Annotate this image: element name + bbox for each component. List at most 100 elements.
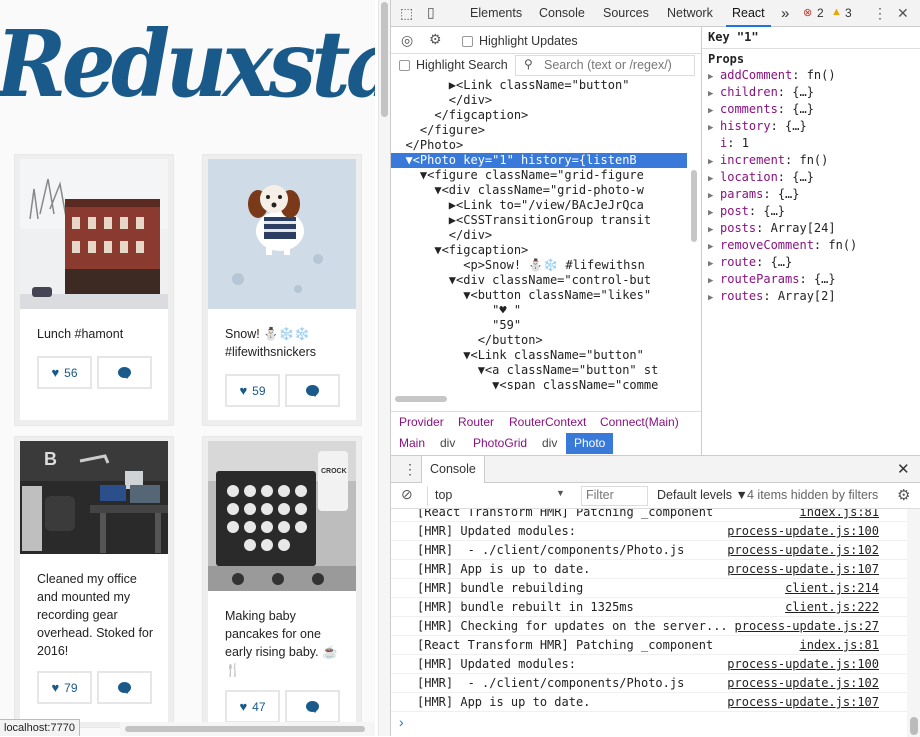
inspect-element-icon[interactable]: ⬚	[400, 5, 413, 22]
tree-node[interactable]: </figcaption>	[391, 108, 687, 123]
photo-image[interactable]	[208, 159, 356, 309]
prop-row[interactable]: ▶ removeComment: fn()	[708, 237, 857, 254]
like-button[interactable]: ♥ 59	[225, 374, 280, 407]
tree-node[interactable]: ▼<figcaption>	[391, 243, 687, 258]
breadcrumb-item[interactable]: Main	[391, 433, 433, 454]
log-levels-dropdown[interactable]: Default levels ▼	[657, 488, 748, 502]
tree-node[interactable]: </Photo>	[391, 138, 687, 153]
tree-node[interactable]: </div>	[391, 93, 687, 108]
prop-row[interactable]: ▶ posts: Array[24]	[708, 220, 836, 237]
tree-node[interactable]: "59"	[391, 318, 687, 333]
comment-button[interactable]	[285, 374, 340, 407]
tree-node[interactable]: ▼<span className="comme	[391, 378, 687, 390]
comment-button[interactable]	[97, 356, 152, 389]
app-logo[interactable]: Reduxstagram	[0, 10, 375, 118]
close-drawer-icon[interactable]: ✕	[897, 460, 910, 478]
filter-input[interactable]: Filter	[581, 486, 648, 506]
page-vertical-scrollbar[interactable]	[378, 0, 390, 736]
console-scrollbar[interactable]	[907, 509, 920, 737]
prop-row[interactable]: i: 1	[708, 135, 749, 152]
breadcrumb-item[interactable]: Provider	[391, 412, 452, 433]
prop-row[interactable]: ▶ routeParams: {…}	[708, 271, 836, 288]
tree-node[interactable]: ▼<a className="button" st	[391, 363, 687, 378]
tree-node[interactable]: ▼<Link className="button"	[391, 348, 687, 363]
scroll-thumb[interactable]	[125, 726, 365, 732]
comment-button[interactable]	[285, 690, 340, 723]
tree-node[interactable]: </button>	[391, 333, 687, 348]
tree-node[interactable]: "♥ "	[391, 303, 687, 318]
scroll-thumb[interactable]	[910, 717, 918, 735]
scroll-thumb[interactable]	[691, 170, 697, 242]
prop-row[interactable]: ▶ history: {…}	[708, 118, 807, 135]
tab-console-drawer[interactable]: Console	[421, 456, 485, 483]
tree-node[interactable]: ▼<div className="control-but	[391, 273, 687, 288]
source-link[interactable]: index.js:81	[800, 509, 879, 522]
source-link[interactable]: process-update.js:107	[727, 693, 879, 712]
clear-console-icon[interactable]: ⊘	[401, 486, 413, 503]
breadcrumb-item[interactable]: RouterContext	[501, 412, 594, 433]
tree-node[interactable]: ▶<Link className="button"	[391, 78, 687, 93]
source-link[interactable]: process-update.js:100	[727, 655, 879, 674]
tab-console[interactable]: Console	[539, 0, 585, 27]
source-link[interactable]: process-update.js:102	[727, 541, 879, 560]
warning-count[interactable]: 3	[845, 0, 852, 27]
breadcrumb-item[interactable]: PhotoGrid	[465, 433, 535, 454]
console-settings-gear-icon[interactable]: ⚙	[897, 486, 910, 504]
tab-react[interactable]: React	[726, 0, 771, 27]
tree-node[interactable]: </figure>	[391, 123, 687, 138]
tree-node[interactable]: <p>Snow! ⛄❄️ #lifewithsn	[391, 258, 687, 273]
photo-image[interactable]: CROCK	[208, 441, 356, 591]
breadcrumb-item[interactable]: Photo	[566, 433, 614, 454]
prop-row[interactable]: ▶ location: {…}	[708, 169, 814, 186]
select-component-icon[interactable]: ◎	[401, 32, 413, 49]
comment-button[interactable]	[97, 671, 152, 704]
kebab-menu-icon[interactable]: ⋮	[873, 5, 887, 22]
prop-row[interactable]: ▶ comments: {…}	[708, 101, 814, 118]
tab-sources[interactable]: Sources	[603, 0, 649, 27]
console-prompt-icon[interactable]: ›	[399, 714, 404, 730]
source-link[interactable]: client.js:214	[785, 579, 879, 598]
like-button[interactable]: ♥ 56	[37, 356, 92, 389]
page-horizontal-scrollbar[interactable]	[120, 722, 375, 736]
photo-image[interactable]	[20, 159, 168, 309]
tree-node[interactable]: ▼<Photo key="1" history={listenB	[391, 153, 687, 168]
breadcrumb-item[interactable]: div	[432, 433, 463, 454]
source-link[interactable]: process-update.js:27	[735, 617, 880, 636]
tree-vertical-scrollbar[interactable]	[689, 78, 699, 398]
photo-image[interactable]: B	[20, 441, 168, 554]
tab-elements[interactable]: Elements	[470, 0, 522, 27]
source-link[interactable]: process-update.js:100	[727, 522, 879, 541]
source-link[interactable]: index.js:81	[800, 636, 879, 655]
tree-node[interactable]: ▼<figure className="grid-figure	[391, 168, 687, 183]
prop-row[interactable]: ▶ route: {…}	[708, 254, 792, 271]
tree-horizontal-scrollbar[interactable]	[395, 396, 447, 402]
tree-node[interactable]: ▶<Link to="/view/BAcJeJrQca	[391, 198, 687, 213]
component-search-input[interactable]: Search (text or /regex/)	[515, 55, 695, 76]
highlight-search-checkbox[interactable]	[399, 60, 410, 71]
prop-row[interactable]: ▶ increment: fn()	[708, 152, 828, 169]
close-devtools-icon[interactable]: ✕	[897, 5, 909, 22]
more-tabs-icon[interactable]: »	[781, 0, 789, 27]
prop-row[interactable]: ▶ addComment: fn()	[708, 67, 836, 84]
context-select[interactable]: top ▼	[427, 486, 567, 506]
tree-node[interactable]: ▶<CSSTransitionGroup transit	[391, 213, 687, 228]
prop-row[interactable]: ▶ routes: Array[2]	[708, 288, 836, 305]
breadcrumb-item[interactable]: Router	[450, 412, 502, 433]
breadcrumb-item[interactable]: div	[534, 433, 565, 454]
error-icon[interactable]: ⊗	[803, 6, 812, 19]
expand-arrow-icon[interactable]: ▶	[708, 290, 720, 307]
device-toolbar-icon[interactable]: ▯	[427, 4, 435, 21]
source-link[interactable]: process-update.js:102	[727, 674, 879, 693]
highlight-updates-checkbox[interactable]	[462, 36, 473, 47]
prop-row[interactable]: ▶ params: {…}	[708, 186, 800, 203]
tree-node[interactable]: ▼<button className="likes"	[391, 288, 687, 303]
like-button[interactable]: ♥ 47	[225, 690, 280, 723]
prop-row[interactable]: ▶ children: {…}	[708, 84, 814, 101]
settings-gear-icon[interactable]: ⚙	[429, 31, 442, 48]
source-link[interactable]: client.js:222	[785, 598, 879, 617]
error-count[interactable]: 2	[817, 0, 824, 27]
tab-network[interactable]: Network	[667, 0, 713, 27]
prop-row[interactable]: ▶ post: {…}	[708, 203, 785, 220]
tree-node[interactable]: </div>	[391, 228, 687, 243]
drawer-menu-icon[interactable]: ⋮	[403, 461, 417, 478]
